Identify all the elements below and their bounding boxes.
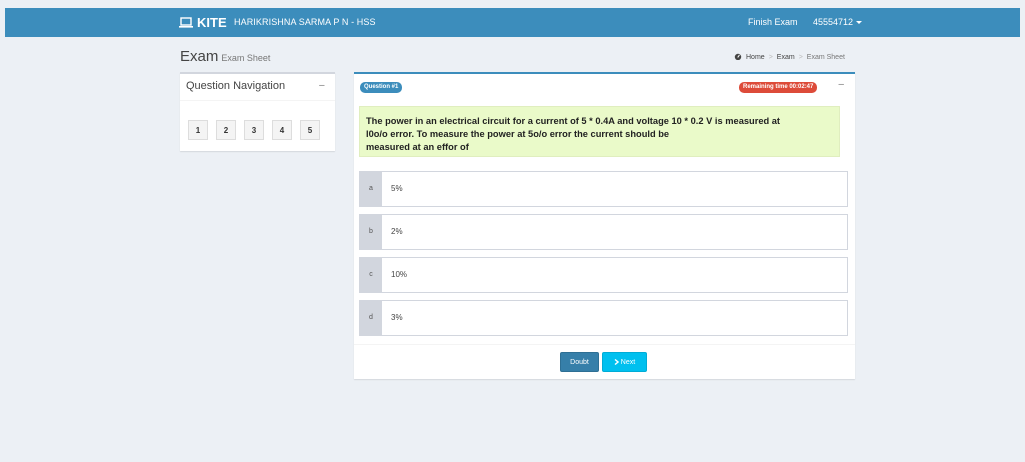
breadcrumb: Home > Exam > Exam Sheet [734, 53, 845, 62]
doubt-button[interactable]: Doubt [560, 352, 599, 372]
dashboard-icon [734, 53, 742, 62]
option-text: 3% [391, 313, 403, 322]
option-letter: c [360, 258, 382, 292]
answer-option-c[interactable]: c 10% [359, 257, 848, 293]
user-info: HARIKRISHNA SARMA P N - HSS [234, 17, 376, 27]
caret-down-icon [856, 21, 863, 24]
question-panel: Question #1 Remaining time 00:02:47 − Th… [354, 72, 855, 379]
question-line: measured at an effor of [366, 142, 469, 152]
question-line: l0o/o error. To measure the power at 5o/… [366, 129, 670, 139]
next-button[interactable]: Next [602, 352, 647, 372]
next-label: Next [620, 359, 636, 366]
brand-logo[interactable]: KITE [179, 8, 227, 37]
option-letter: b [360, 215, 382, 249]
chevron-right-icon [614, 358, 621, 366]
question-button-2[interactable]: 2 [216, 120, 236, 140]
question-line: The power in an electrical circuit for a… [366, 116, 781, 126]
panel-footer-divider [354, 344, 855, 345]
panel-header: Question Navigation − [180, 74, 335, 101]
question-button-4[interactable]: 4 [272, 120, 292, 140]
question-text: The power in an electrical circuit for a… [359, 106, 840, 157]
page-title-text: Exam [180, 48, 219, 65]
option-letter: d [360, 301, 382, 335]
option-text: 5% [391, 184, 403, 193]
breadcrumb-current: Exam Sheet [806, 54, 845, 61]
panel-title: Question Navigation [186, 80, 286, 92]
question-button-3[interactable]: 3 [244, 120, 264, 140]
option-text: 10% [391, 270, 408, 279]
answer-option-d[interactable]: d 3% [359, 300, 848, 336]
question-navigation-panel: Question Navigation − 1 2 3 4 5 [180, 72, 335, 151]
breadcrumb-separator: > [798, 54, 803, 61]
top-navbar: KITE HARIKRISHNA SARMA P N - HSS Finish … [5, 8, 1020, 37]
breadcrumb-separator: > [768, 54, 773, 61]
answer-option-a[interactable]: a 5% [359, 171, 848, 207]
breadcrumb-exam[interactable]: Exam [777, 54, 795, 61]
laptop-icon [179, 16, 193, 29]
breadcrumb-home[interactable]: Home [746, 54, 765, 61]
account-id: 45554712 [813, 17, 854, 27]
answer-option-b[interactable]: b 2% [359, 214, 848, 250]
question-button-1[interactable]: 1 [188, 120, 208, 140]
option-letter: a [360, 172, 382, 206]
question-number-badge: Question #1 [360, 82, 403, 93]
question-buttons: 1 2 3 4 5 [188, 120, 320, 140]
account-menu[interactable]: 45554712 [813, 8, 863, 37]
brand-name: KITE [197, 15, 227, 30]
question-button-5[interactable]: 5 [300, 120, 320, 140]
remaining-time-badge: Remaining time 00:02:47 [739, 82, 818, 93]
page-title: Exam Exam Sheet [180, 48, 270, 65]
finish-exam-link[interactable]: Finish Exam [748, 8, 798, 37]
collapse-button[interactable]: − [838, 79, 844, 91]
option-text: 2% [391, 227, 403, 236]
collapse-button[interactable]: − [319, 74, 325, 98]
page-subtitle: Exam Sheet [221, 53, 271, 63]
